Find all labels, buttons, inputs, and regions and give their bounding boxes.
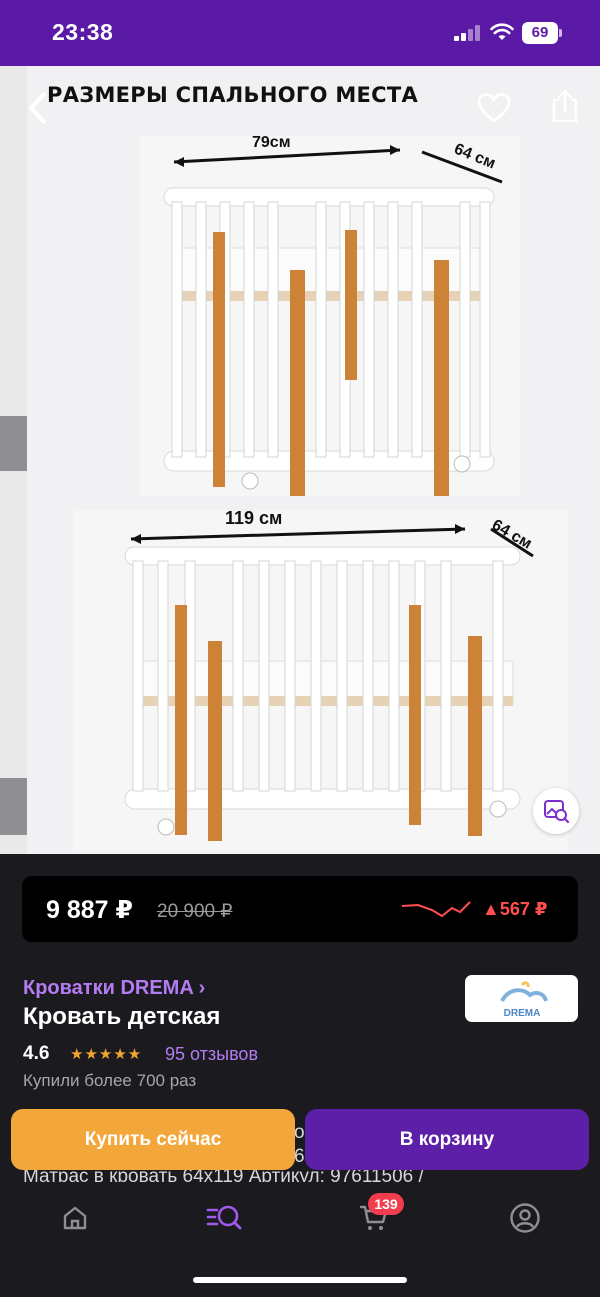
home-indicator (193, 1277, 407, 1283)
purchase-count: Купили более 700 раз (23, 1071, 197, 1090)
reviews-link[interactable]: 95 отзывов (165, 1044, 258, 1065)
status-time: 23:38 (52, 19, 114, 45)
rating-stars-icon: ★★★★★ (70, 1046, 143, 1063)
tab-catalog[interactable] (204, 1198, 244, 1238)
tab-profile[interactable] (505, 1198, 545, 1238)
image-caption-heading: РАЗМЕРЫ СПАЛЬНОГО МЕСТА (47, 83, 419, 107)
image-search-icon (544, 800, 570, 824)
share-icon (552, 89, 578, 123)
dimension-label-width-extended: 119 см (225, 508, 283, 528)
crib-photo-extended (73, 511, 568, 851)
wifi-icon (490, 23, 514, 40)
buy-now-button[interactable]: Купить сейчас (11, 1109, 295, 1170)
cart-count-badge: 139 (368, 1193, 404, 1215)
crib-illustration-rectangular (124, 524, 534, 841)
crib-photo-compact (140, 136, 520, 560)
battery-level: 69 (522, 22, 558, 44)
old-price: 20 900 ₽ (157, 901, 233, 922)
price-change: ▲567 ₽ (482, 899, 548, 919)
current-price: 9 887 ₽ (46, 896, 133, 924)
price-panel[interactable]: 9 887 ₽ 20 900 ₽ ▲567 ₽ (22, 876, 578, 942)
price-trend-icon (401, 901, 471, 918)
status-bar: 23:38 69 (0, 0, 600, 66)
add-to-cart-button[interactable]: В корзину (305, 1109, 589, 1170)
share-button[interactable] (543, 84, 587, 128)
tab-home[interactable] (55, 1198, 95, 1238)
battery-icon: 69 (522, 22, 562, 44)
product-gallery[interactable]: РАЗМЕРЫ СПАЛЬНОГО МЕСТА 79см 64 см 119 с… (0, 66, 600, 854)
product-title: Кровать детская (23, 1003, 221, 1030)
heart-icon (477, 93, 511, 123)
favorite-button[interactable] (472, 86, 516, 130)
signal-icon (454, 25, 482, 41)
brand-logo-image: DREMA (499, 980, 548, 1019)
svg-text:DREMA: DREMA (503, 1008, 540, 1019)
image-search-button[interactable] (533, 788, 579, 834)
catalog-search-icon (206, 1205, 242, 1230)
home-icon (63, 1206, 87, 1230)
crib-illustration-oval (163, 145, 503, 560)
previous-image-peek[interactable] (0, 66, 27, 854)
brand-link[interactable]: Кроватки DREMA › (23, 977, 205, 1000)
rating-value: 4.6 (23, 1043, 50, 1064)
brand-logo[interactable]: DREMA (465, 975, 578, 1022)
dimension-label-width-compact: 79см (252, 134, 291, 151)
screen: 23:38 69 РАЗМЕРЫ СПАЛЬНОГО МЕСТА 79см 64… (0, 0, 600, 1297)
profile-icon (510, 1203, 540, 1233)
